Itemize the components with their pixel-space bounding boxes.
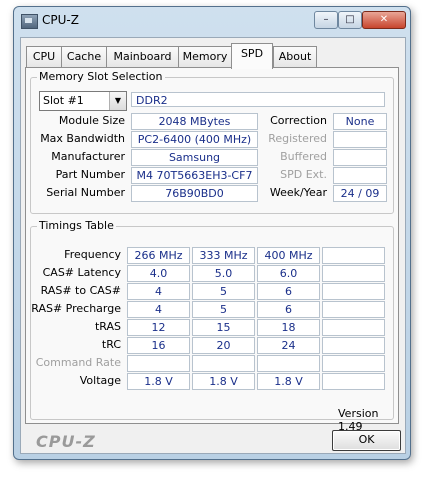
slot-dropdown-value: Slot #1 (43, 94, 84, 107)
timing-cell (322, 373, 385, 390)
memory-type-value: DDR2 (131, 92, 385, 107)
timing-cell (257, 355, 320, 372)
spd-panel: Memory Slot Selection Slot #1 ▼ DDR2 Mod… (25, 67, 399, 424)
tab-mainboard[interactable]: Mainboard (106, 46, 179, 68)
manufacturer-label: Manufacturer (51, 150, 125, 163)
timing-cell: 12 (127, 319, 190, 336)
serial-number-value: 76B90BD0 (131, 185, 258, 202)
memory-slot-group-title: Memory Slot Selection (37, 70, 165, 83)
timing-cell: 4.0 (127, 265, 190, 282)
max-bandwidth-label: Max Bandwidth (40, 132, 125, 145)
serial-number-label: Serial Number (46, 186, 125, 199)
timing-cell (322, 355, 385, 372)
timing-cell: 18 (257, 319, 320, 336)
timings-group-title: Timings Table (37, 219, 116, 232)
timing-cell (322, 301, 385, 318)
timing-cell (322, 283, 385, 300)
slot-dropdown[interactable]: Slot #1 ▼ (39, 91, 127, 111)
timing-cell: 266 MHz (127, 247, 190, 264)
timing-cell (127, 355, 190, 372)
timing-cell: 16 (127, 337, 190, 354)
tab-spd[interactable]: SPD (231, 43, 273, 69)
timing-cell: 5 (192, 301, 255, 318)
dropdown-arrow-icon[interactable]: ▼ (109, 92, 126, 110)
timing-cell: 4 (127, 283, 190, 300)
timing-cell (322, 319, 385, 336)
timing-cell: 15 (192, 319, 255, 336)
correction-label: Correction (270, 114, 327, 127)
ok-button[interactable]: OK (332, 430, 401, 451)
week-year-label: Week/Year (269, 186, 327, 199)
timing-cell (322, 337, 385, 354)
title-bar[interactable]: CPU-Z – □ ✕ (14, 7, 410, 35)
module-size-label: Module Size (58, 114, 125, 127)
timing-cell: 4 (127, 301, 190, 318)
timing-cell: 6 (257, 301, 320, 318)
timing-cell: 20 (192, 337, 255, 354)
week-year-value: 24 / 09 (333, 185, 387, 202)
buffered-value (333, 149, 387, 166)
timing-cell: 5 (192, 283, 255, 300)
correction-value: None (333, 113, 387, 130)
timing-cell: 1.8 V (127, 373, 190, 390)
timing-row-label: tRAS (94, 320, 121, 333)
close-button[interactable]: ✕ (362, 11, 406, 29)
spd-ext-label: SPD Ext. (280, 168, 327, 181)
timing-cell: 333 MHz (192, 247, 255, 264)
part-number-value: M4 70T5663EH3-CF7 (131, 167, 258, 184)
window-title: CPU-Z (42, 13, 79, 27)
cpu-z-app-icon (21, 14, 38, 29)
timing-row-label: RAS# Precharge (31, 302, 121, 315)
timing-row-label: RAS# to CAS# (40, 284, 121, 297)
timings-group: Timings Table Frequency 266 MHz 333 MHz 400… (30, 219, 394, 420)
timing-cell: 5.0 (192, 265, 255, 282)
cpu-z-brand-logo: CPU-Z (36, 432, 96, 451)
timing-row-label: CAS# Latency (42, 266, 121, 279)
maximize-button[interactable]: □ (338, 11, 362, 29)
timing-cell: 24 (257, 337, 320, 354)
tab-about[interactable]: About (273, 46, 317, 68)
module-size-value: 2048 MBytes (131, 113, 258, 130)
registered-value (333, 131, 387, 148)
timing-cell: 6 (257, 283, 320, 300)
timing-cell (322, 247, 385, 264)
timing-row-label: Command Rate (35, 356, 121, 369)
spd-ext-value (333, 167, 387, 184)
max-bandwidth-value: PC2-6400 (400 MHz) (131, 131, 258, 148)
part-number-label: Part Number (55, 168, 125, 181)
timing-cell (192, 355, 255, 372)
client-area: CPU Cache Mainboard Memory SPD About Mem… (20, 37, 406, 454)
timing-row-label: Voltage (79, 374, 121, 387)
manufacturer-value: Samsung (131, 149, 258, 166)
cpu-z-window: CPU-Z – □ ✕ CPU Cache Mainboard Memory S… (13, 6, 411, 460)
buffered-label: Buffered (280, 150, 327, 163)
memory-slot-group: Memory Slot Selection Slot #1 ▼ DDR2 Mod… (30, 70, 394, 214)
timing-row-label: tRC (101, 338, 121, 351)
timing-cell: 1.8 V (192, 373, 255, 390)
timing-cell: 6.0 (257, 265, 320, 282)
timing-row-label: Frequency (64, 248, 121, 261)
timing-cell (322, 265, 385, 282)
timing-cell: 400 MHz (257, 247, 320, 264)
tab-cache[interactable]: Cache (61, 46, 107, 68)
timing-cell: 1.8 V (257, 373, 320, 390)
registered-label: Registered (268, 132, 327, 145)
minimize-button[interactable]: – (314, 11, 338, 29)
tab-cpu[interactable]: CPU (26, 46, 62, 68)
tab-memory[interactable]: Memory (178, 46, 232, 68)
